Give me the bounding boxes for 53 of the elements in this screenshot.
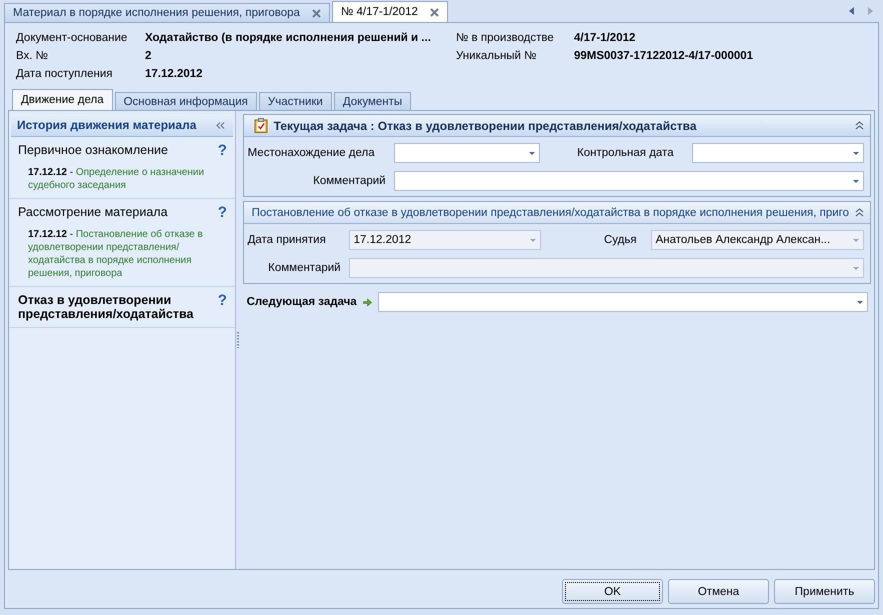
scroll-right-icon[interactable] — [867, 7, 873, 15]
field-label: Следующая задача — [246, 296, 357, 308]
close-icon[interactable] — [430, 8, 439, 16]
field-value: 2 — [145, 50, 152, 62]
tab[interactable]: Участники — [258, 92, 332, 110]
field-label: Уникальный № — [456, 50, 538, 62]
tab[interactable]: Движение дела — [12, 89, 113, 110]
next-task-dropdown[interactable] — [378, 292, 868, 312]
field-label: Комментарий — [267, 262, 342, 274]
help-icon[interactable]: ? — [218, 293, 227, 308]
field-value: Анатольев Александр Алексан... — [656, 234, 830, 246]
collapse-icon[interactable] — [216, 122, 225, 128]
panel-title: История движения материала — [17, 118, 196, 132]
field-value: Ходатайство (в порядке исполнения решений и ... — [145, 32, 431, 44]
field-label: Контрольная дата — [576, 147, 675, 159]
splitter-handle[interactable] — [236, 332, 239, 348]
collapse-icon[interactable] — [855, 121, 864, 130]
field-value: 17.12.2012 — [354, 234, 412, 246]
arrow-icon — [362, 298, 372, 306]
help-icon[interactable]: ? — [218, 205, 227, 220]
dialog-button[interactable]: OK — [562, 579, 663, 604]
stage-title: Отказ в удовлетворении представления/ходатайства — [18, 293, 194, 321]
section-title: Постановление об отказе в удовлетворении представления/ходатайства в порядке исполнения решения, приго — [252, 206, 849, 218]
field-value: 4/17-1/2012 — [574, 32, 636, 44]
scroll-left-icon[interactable] — [849, 7, 855, 15]
field-label: Местонахождение дела — [248, 147, 376, 159]
location-dropdown[interactable] — [394, 143, 540, 163]
field-label: Комментарий — [312, 175, 387, 187]
document-tab[interactable]: № 4/17-1/2012 — [332, 1, 448, 22]
comment-dropdown[interactable] — [394, 171, 864, 191]
field-label: Документ-основание — [16, 32, 128, 44]
date-dropdown[interactable] — [692, 143, 864, 163]
field-label: Дата поступления — [16, 68, 114, 80]
close-icon[interactable] — [312, 8, 321, 18]
section-title: Текущая задача : Отказ в удовлетворении представления/ходатайства — [274, 118, 698, 132]
tab[interactable]: Основная информация — [114, 92, 257, 110]
stage-document: 17.12.12 - Постановление об отказе в удовлетворении представления/ходатайства в порядке исполнения решения, приговора — [28, 228, 204, 280]
field-value: 99MS0037-17122012-4/17-000001 — [574, 50, 754, 62]
field-label: Вх. № — [16, 50, 50, 62]
dialog-button[interactable]: Отмена — [668, 579, 769, 604]
tab[interactable]: Документы — [334, 92, 412, 110]
field-label: № в производстве — [456, 32, 555, 44]
help-icon[interactable]: ? — [218, 143, 227, 158]
field-value: 17.12.2012 — [145, 68, 203, 80]
document-tab[interactable]: Материал в порядке исполнения решения, приговора — [4, 3, 330, 22]
field-label: Дата принятия — [248, 234, 327, 246]
collapse-icon[interactable] — [855, 208, 864, 217]
field-label: Судья — [602, 234, 638, 246]
stage-document: 17.12.12 - Определение о назначении судебного заседания — [28, 166, 206, 192]
clipboard-icon — [254, 118, 268, 133]
dialog-button[interactable]: Применить — [774, 579, 875, 604]
stage-title: Рассмотрение материала — [18, 205, 168, 219]
stage-title: Первичное ознакомление — [18, 143, 168, 157]
